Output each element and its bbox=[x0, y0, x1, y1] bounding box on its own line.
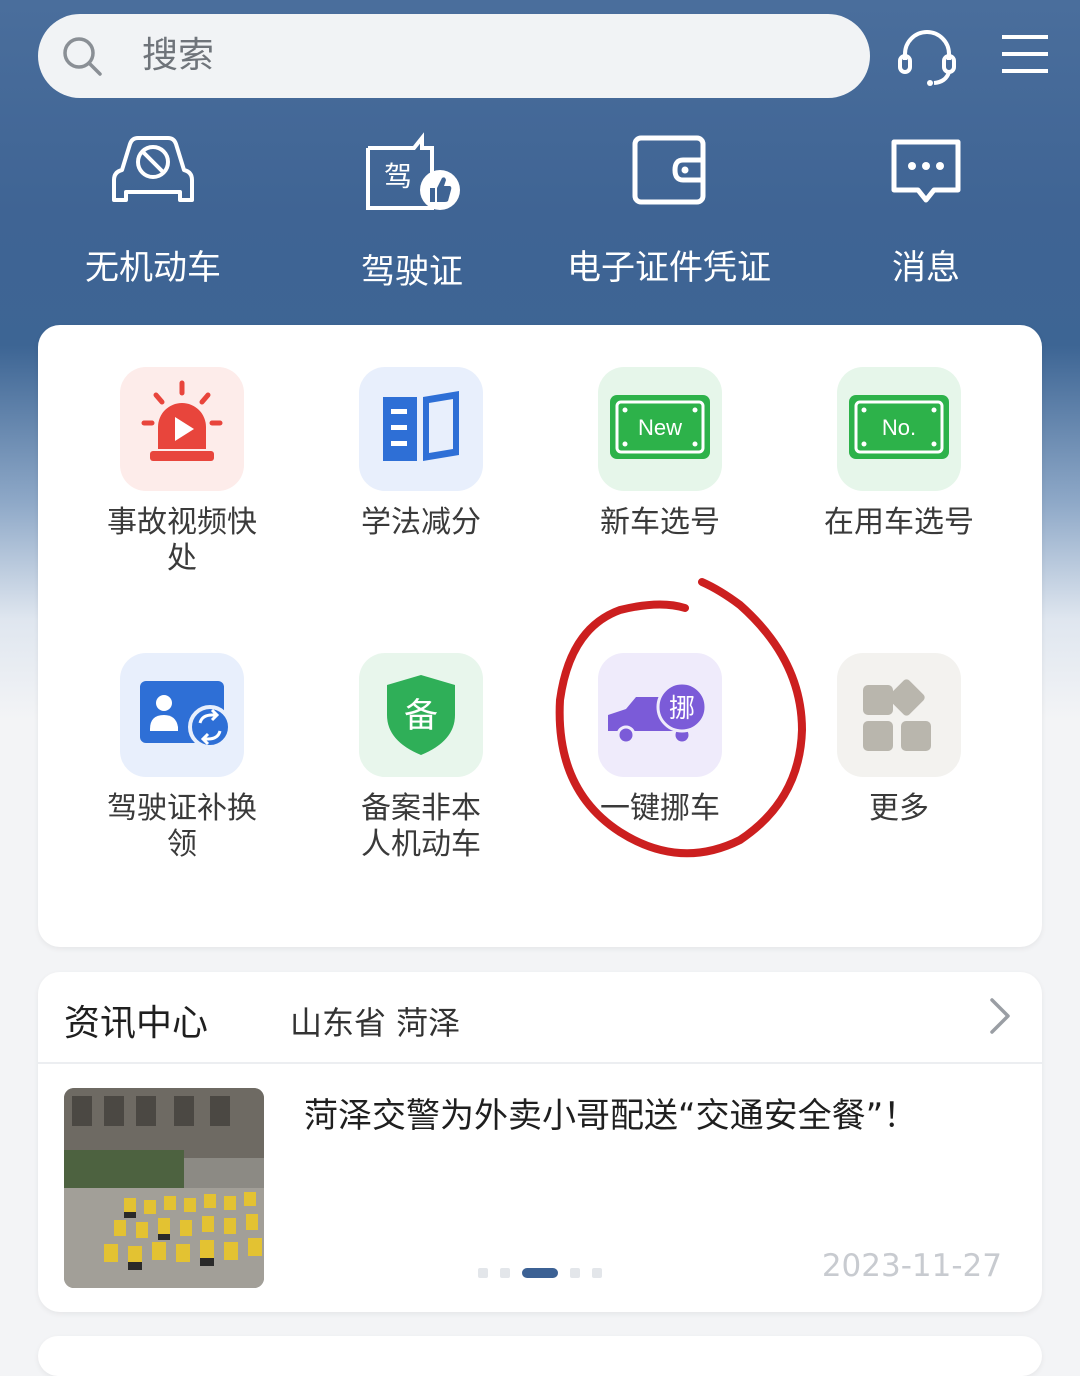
quick-e-certificate[interactable]: 电子证件凭证 bbox=[559, 130, 779, 300]
news-headline[interactable]: 菏泽交警为外卖小哥配送“交通安全餐”！ bbox=[304, 1088, 917, 1137]
service-label: 学法减分 bbox=[361, 505, 481, 540]
license-reissue-icon bbox=[120, 653, 244, 777]
search-bar[interactable]: 搜索 bbox=[38, 14, 870, 98]
service-record-vehicle[interactable]: 备 备案非本人机动车 bbox=[301, 653, 541, 863]
news-title: 资讯中心 bbox=[64, 1003, 209, 1044]
chevron-right-icon[interactable] bbox=[988, 996, 1012, 1036]
carousel-dot[interactable] bbox=[478, 1268, 488, 1278]
annotation-circle bbox=[555, 578, 807, 858]
news-date: 2023-11-27 bbox=[821, 1248, 1002, 1284]
search-placeholder: 搜索 bbox=[142, 35, 215, 76]
next-card bbox=[38, 1336, 1042, 1376]
quick-label: 电子证件凭证 bbox=[567, 248, 771, 288]
message-icon bbox=[891, 139, 961, 203]
used-plate-text: No. bbox=[882, 415, 916, 440]
new-plate-icon: New bbox=[598, 367, 722, 491]
record-shield-icon: 备 bbox=[359, 653, 483, 777]
news-thumbnail[interactable] bbox=[64, 1088, 264, 1288]
service-new-plate[interactable]: New 新车选号 bbox=[540, 367, 780, 541]
accident-alarm-icon bbox=[120, 367, 244, 491]
new-plate-text: New bbox=[638, 415, 682, 440]
search-icon bbox=[63, 37, 102, 76]
quick-no-vehicle[interactable]: 无机动车 bbox=[43, 130, 263, 300]
quick-label: 消息 bbox=[892, 248, 960, 288]
service-label: 事故视频快处 bbox=[107, 505, 257, 576]
service-used-plate[interactable]: No. 在用车选号 bbox=[779, 367, 1019, 541]
e-wallet-icon bbox=[632, 135, 706, 205]
service-label: 驾驶证补换领 bbox=[107, 791, 257, 862]
headset-icon[interactable] bbox=[896, 26, 958, 88]
quick-driver-license[interactable]: 驾 驾驶证 bbox=[302, 130, 522, 300]
menu-icon[interactable] bbox=[1000, 32, 1050, 82]
carousel-dot[interactable] bbox=[500, 1268, 510, 1278]
service-label: 在用车选号 bbox=[824, 505, 974, 540]
study-book-icon bbox=[359, 367, 483, 491]
shield-text: 备 bbox=[404, 696, 438, 736]
service-study-law[interactable]: 学法减分 bbox=[301, 367, 541, 541]
driver-license-badge: 驾 bbox=[384, 160, 412, 193]
service-accident-video[interactable]: 事故视频快处 bbox=[62, 367, 302, 577]
used-plate-icon: No. bbox=[837, 367, 961, 491]
more-grid-icon bbox=[837, 653, 961, 777]
service-label: 新车选号 bbox=[600, 505, 720, 540]
news-header[interactable]: 资讯中心 山东省 菏泽 bbox=[38, 972, 1042, 1064]
carousel-dot-active[interactable] bbox=[522, 1268, 558, 1278]
quick-messages[interactable]: 消息 bbox=[816, 130, 1036, 300]
carousel-dot[interactable] bbox=[570, 1268, 580, 1278]
news-card: 资讯中心 山东省 菏泽 菏泽交警为外卖小哥配送“交通安全餐”！ 2023-11-… bbox=[38, 972, 1042, 1312]
no-vehicle-icon bbox=[112, 136, 194, 202]
news-region[interactable]: 山东省 菏泽 bbox=[290, 998, 460, 1044]
carousel-dot[interactable] bbox=[592, 1268, 602, 1278]
driver-license-icon: 驾 bbox=[366, 132, 460, 210]
service-license-reissue[interactable]: 驾驶证补换领 bbox=[62, 653, 302, 863]
quick-label: 驾驶证 bbox=[361, 252, 463, 292]
service-label: 备案非本人机动车 bbox=[361, 791, 481, 862]
quick-label: 无机动车 bbox=[85, 248, 221, 288]
